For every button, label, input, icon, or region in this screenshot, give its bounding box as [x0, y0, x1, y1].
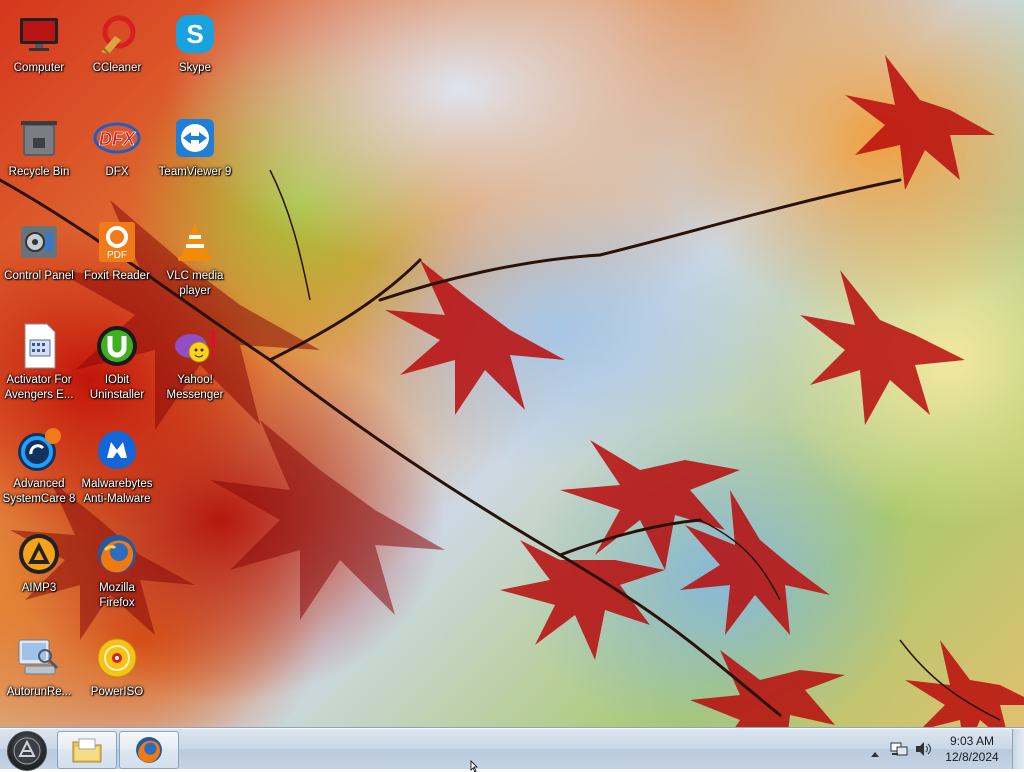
foxit-reader-icon: PDF [93, 218, 141, 266]
show-desktop-button[interactable] [1012, 729, 1024, 769]
desktop-icon-label: Yahoo! Messenger [166, 374, 224, 401]
desktop-icon-aimp3[interactable]: AIMP3 [1, 524, 77, 620]
desktop-icon-label: Malwarebytes Anti-Malware [81, 478, 153, 505]
speaker-icon [916, 742, 931, 756]
desktop-icon-yahoo-messenger[interactable]: Yahoo! Messenger [157, 316, 233, 412]
desktop-icon-label: CCleaner [92, 62, 142, 74]
activator-icon [15, 322, 63, 370]
iobit-uninstaller-icon [93, 322, 141, 370]
svg-text:S: S [186, 19, 203, 49]
clock-time: 9:03 AM [949, 734, 995, 748]
chevron-up-icon [871, 752, 879, 757]
poweriso-icon [93, 634, 141, 682]
aimp-icon [15, 530, 63, 578]
desktop-icon-label: Activator For Avengers E... [4, 374, 74, 401]
desktop-icon-label: DFX [105, 166, 129, 178]
desktop-icon-vlc[interactable]: VLC media player [157, 212, 233, 308]
advanced-systemcare-icon [15, 426, 63, 474]
desktop-icon-recycle-bin[interactable]: Recycle Bin [1, 108, 77, 204]
svg-text:PDF: PDF [107, 250, 127, 261]
desktop-icon-label: PowerISO [90, 686, 144, 698]
control-panel-icon [15, 218, 63, 266]
network-tray-button[interactable] [890, 741, 908, 761]
desktop-icon-teamviewer[interactable]: TeamViewer 9 [157, 108, 233, 204]
taskbar-explorer-button[interactable] [57, 731, 117, 769]
desktop-icon-activator[interactable]: Activator For Avengers E... [1, 316, 77, 412]
desktop-icon-ccleaner[interactable]: CCleaner [79, 4, 155, 100]
desktop-icon-label: Control Panel [4, 270, 74, 282]
desktop-icon-label: Skype [179, 62, 211, 74]
desktop-icon-firefox[interactable]: Mozilla Firefox [79, 524, 155, 620]
desktop-icon-skype[interactable]: S Skype [157, 4, 233, 100]
firefox-icon [93, 530, 141, 578]
system-clock[interactable]: 9:03 AM 12/8/2024 [935, 733, 1009, 765]
file-explorer-icon [72, 738, 102, 763]
desktop-icon-malwarebytes[interactable]: Malwarebytes Anti-Malware [79, 420, 155, 516]
desktop-icon-label: VLC media player [166, 270, 224, 297]
dfx-icon: DFX [93, 114, 141, 162]
skype-icon: S [171, 10, 219, 58]
taskbar: 9:03 AM 12/8/2024 [0, 728, 1024, 771]
desktop-icon-label: IObit Uninstaller [89, 374, 145, 401]
vlc-icon [171, 218, 219, 266]
malwarebytes-icon [93, 426, 141, 474]
taskbar-firefox-button[interactable] [119, 731, 179, 769]
desktop-icon-label: AutorunRe... [6, 686, 72, 698]
desktop-icon-computer[interactable]: Computer [1, 4, 77, 100]
desktop-icon-control-panel[interactable]: Control Panel [1, 212, 77, 308]
svg-text:DFX: DFX [99, 129, 136, 149]
ccleaner-icon [93, 10, 141, 58]
desktop-icon-iobit-uninstaller[interactable]: IObit Uninstaller [79, 316, 155, 412]
start-button[interactable] [7, 731, 47, 771]
yahoo-messenger-icon [171, 322, 219, 370]
desktop-icon-label: Computer [13, 62, 65, 74]
desktop-icon-autorun[interactable]: AutorunRe... [1, 628, 77, 724]
desktop-icon-label: TeamViewer 9 [158, 166, 232, 178]
teamviewer-icon [171, 114, 219, 162]
desktop-icon-label: Foxit Reader [84, 270, 150, 282]
clock-date: 12/8/2024 [945, 750, 999, 764]
mouse-cursor-icon [470, 760, 478, 772]
desktop-icon-label: AIMP3 [21, 582, 57, 594]
computer-icon [15, 10, 63, 58]
desktop-icon-label: Recycle Bin [8, 166, 70, 178]
show-hidden-icons-button[interactable] [870, 743, 880, 762]
desktop-icon-poweriso[interactable]: PowerISO [79, 628, 155, 724]
network-icon [890, 742, 908, 756]
start-orb-icon [13, 737, 41, 765]
volume-tray-button[interactable] [914, 741, 932, 761]
autorun-icon [15, 634, 63, 682]
firefox-icon [136, 737, 162, 763]
desktop-icon-label: Advanced SystemCare 8 [2, 478, 76, 505]
desktop-icon-foxit-reader[interactable]: PDF Foxit Reader [79, 212, 155, 308]
desktop-icon-label: Mozilla Firefox [99, 582, 135, 609]
recycle-bin-icon [15, 114, 63, 162]
desktop-icon-dfx[interactable]: DFX DFX [79, 108, 155, 204]
desktop-icon-advanced-systemcare[interactable]: Advanced SystemCare 8 [1, 420, 77, 516]
